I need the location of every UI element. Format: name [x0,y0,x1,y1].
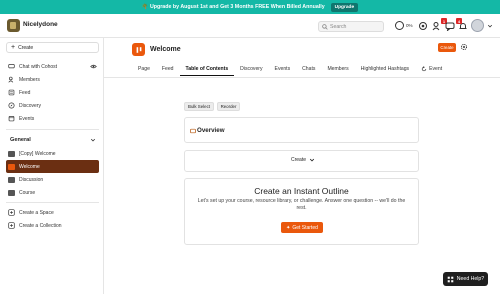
space-logo [132,43,145,56]
settings-icon[interactable] [418,21,428,31]
sidebar-item-label: Chat with Cohost [19,63,58,70]
plus-square-icon [8,209,15,216]
sidebar-item-label: Discussion [19,176,44,183]
search-input[interactable]: Search [318,21,384,32]
compass-icon [8,102,15,109]
eye-icon[interactable] [90,63,97,70]
sidebar-divider [6,129,99,130]
sidebar-item-events[interactable]: Events [6,113,99,124]
banner-text: 🌴 Upgrade by August 1st and Get 3 Months… [141,4,325,10]
progress-label: 0% [406,23,413,28]
sidebar-item-feed[interactable]: Feed [6,87,99,98]
page-title: Welcome [150,46,181,53]
space-thumbnail [8,189,15,196]
sync-icon [421,66,427,72]
search-placeholder: Search [330,23,347,30]
chevron-down-icon [90,138,96,142]
create-space-button[interactable]: Create a Space [6,207,99,218]
search-icon [322,23,328,30]
space-logo-icon [136,46,141,53]
progress-ring-icon [395,21,404,30]
sidebar-divider [6,202,99,203]
outline-title: Create an Instant Outline [254,186,349,196]
space-thumbnail [8,176,15,183]
notification-badge-bell: 4 [456,18,462,24]
sidebar-item-label: Create a Space [19,209,54,216]
overview-icon [190,128,196,134]
page-create-button[interactable]: Create [438,43,456,52]
sidebar-create-label: Create [18,44,34,51]
gear-icon[interactable] [460,43,468,51]
get-started-label: Get Started [292,224,318,231]
upgrade-button[interactable]: Upgrade [330,2,359,12]
sidebar-space-welcome[interactable]: Welcome [6,160,99,173]
tab-members[interactable]: Members [321,64,354,76]
sidebar-item-label: Feed [19,89,31,96]
chat-icon [8,64,15,69]
tab-highlighted-hashtags[interactable]: Highlighted Hashtags [355,64,415,76]
tab-event-label: Event [429,66,443,72]
members-icon [8,76,14,83]
sidebar-item-label: Discovery [19,102,41,109]
overview-title: Overview [197,127,225,134]
brand-logo[interactable] [7,19,20,32]
get-started-button[interactable]: ✦ Get Started [281,222,323,233]
progress-indicator[interactable]: 0% [395,21,413,30]
plus-square-icon [8,222,15,229]
tab-table-of-contents[interactable]: Table of Contents [179,64,235,76]
upgrade-banner: 🌴 Upgrade by August 1st and Get 3 Months… [0,0,500,14]
sidebar-item-label: Course [19,189,36,196]
space-thumbnail [8,163,15,170]
need-help-label: Need Help? [456,276,485,282]
help-icon [447,276,454,282]
need-help-button[interactable]: Need Help? [443,272,488,286]
sidebar-item-label: Members [19,76,40,83]
sidebar-item-label: Create a Collection [19,222,62,229]
outline-description: Let's set up your course, resource libra… [197,198,406,211]
chevron-down-icon[interactable] [487,23,493,29]
tab-discovery[interactable]: Discovery [234,64,268,76]
tabs-divider [104,77,500,78]
tab-page[interactable]: Page [132,64,156,76]
create-dropdown[interactable]: Create [291,157,315,163]
create-dropdown-label: Create [291,157,307,163]
sidebar-create-button[interactable]: + Create [6,42,99,53]
page-tabs: Page Feed Table of Contents Discovery Ev… [132,64,448,76]
sidebar-item-label: [Copy] Welcome [19,150,56,157]
tab-events[interactable]: Events [269,64,297,76]
sidebar-item-members[interactable]: Members [6,74,99,85]
brand-name[interactable]: Nicelydone [23,21,58,28]
tab-chats[interactable]: Chats [296,64,321,76]
sidebar-item-discovery[interactable]: Discovery [6,100,99,111]
sidebar-item-chat[interactable]: Chat with Cohost [6,61,99,72]
sidebar-section-general[interactable]: General [6,135,99,145]
create-collection-button[interactable]: Create a Collection [6,220,99,231]
sidebar-section-title: General [10,137,31,143]
sidebar-space-copy-welcome[interactable]: [Copy] Welcome [6,148,99,159]
space-thumbnail [8,150,15,157]
feed-icon [8,89,15,96]
sparkle-icon: ✦ [286,224,291,231]
sidebar-item-label: Welcome [19,163,40,170]
chat-icon[interactable] [445,21,455,31]
bulk-select-button[interactable]: Bulk Select [184,102,214,111]
avatar[interactable] [471,19,484,32]
tab-event[interactable]: Event [415,64,448,76]
plus-icon: + [11,44,16,51]
sidebar-space-course[interactable]: Course [6,187,99,198]
sidebar-space-discussion[interactable]: Discussion [6,174,99,185]
reorder-button[interactable]: Reorder [217,102,240,111]
sidebar-item-label: Events [19,115,35,122]
calendar-icon [8,116,15,122]
tab-feed[interactable]: Feed [156,64,180,76]
chevron-down-icon [309,158,315,162]
